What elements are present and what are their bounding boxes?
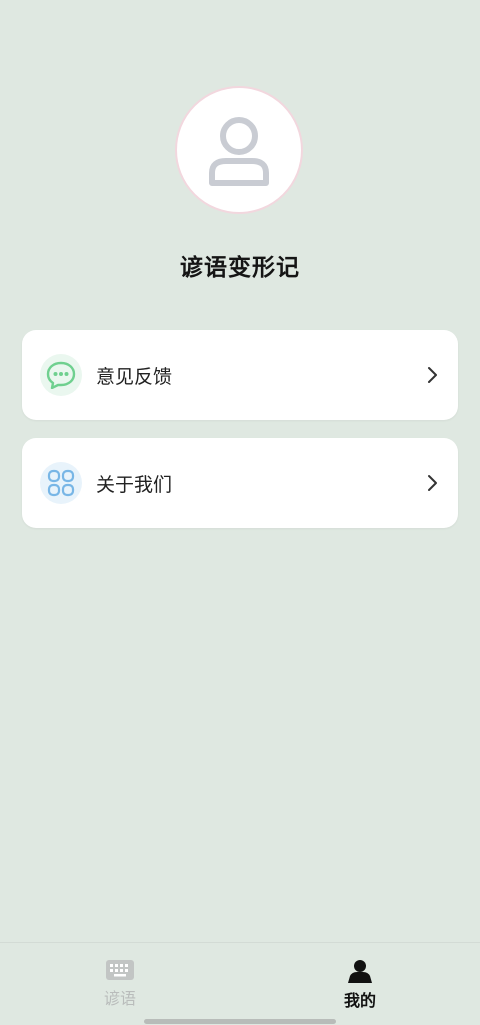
keyboard-icon <box>106 960 134 980</box>
tab-mine-label: 我的 <box>343 991 376 1010</box>
tab-mine[interactable]: 我的 <box>300 959 420 1011</box>
bottom-tab-bar: 谚语 我的 <box>0 942 480 1025</box>
person-icon <box>348 960 372 983</box>
chevron-right-icon <box>426 366 438 384</box>
user-outline-icon <box>209 117 269 186</box>
app-name: 谚语变形记 <box>180 255 300 281</box>
tab-proverbs[interactable]: 谚语 <box>60 959 180 1009</box>
home-indicator <box>144 1019 336 1024</box>
feedback-menu-item[interactable]: 意见反馈 <box>22 330 458 420</box>
about-us-menu-item[interactable]: 关于我们 <box>22 438 458 528</box>
feedback-label: 意见反馈 <box>96 365 173 388</box>
tab-proverbs-label: 谚语 <box>103 989 136 1008</box>
chevron-right-icon <box>426 474 438 492</box>
about-us-label: 关于我们 <box>96 473 173 496</box>
chat-bubble-icon <box>40 354 82 396</box>
grid-apps-icon <box>40 462 82 504</box>
avatar[interactable] <box>175 86 303 214</box>
